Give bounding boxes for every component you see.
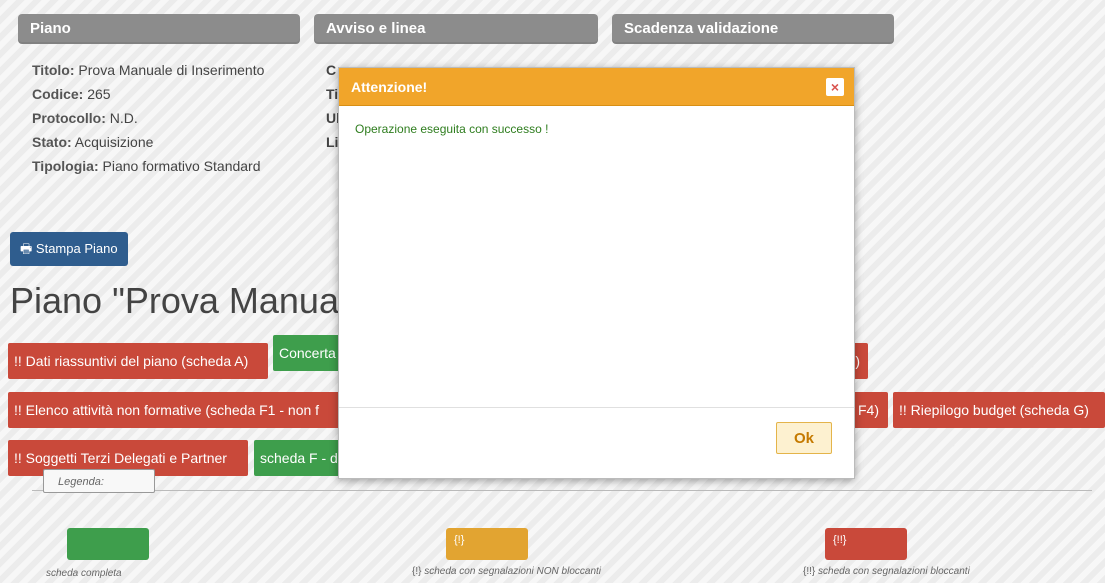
dialog-title: Attenzione! (351, 78, 428, 95)
dialog-header: Attenzione! × (339, 68, 854, 106)
ok-button[interactable]: Ok (776, 422, 832, 454)
dialog-footer: Ok (339, 407, 854, 478)
alert-dialog: Attenzione! × Operazione eseguita con su… (338, 67, 855, 479)
dialog-message: Operazione eseguita con successo ! (355, 122, 549, 136)
close-icon[interactable]: × (826, 77, 844, 96)
